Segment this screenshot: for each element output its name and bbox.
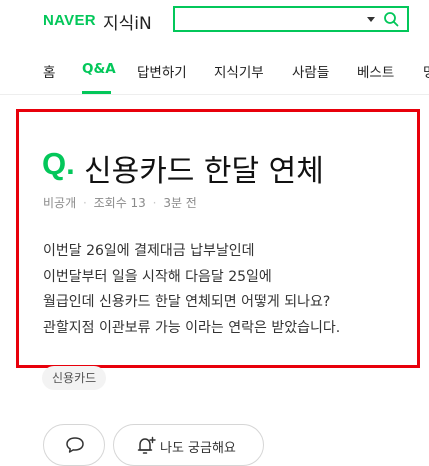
question-meta: 비공개 · 조회수 13 · 3분 전 xyxy=(43,194,197,211)
meta-separator: · xyxy=(152,196,157,210)
body-line: 관할지점 이관보류 가능 이라는 연락은 받았습니다. xyxy=(43,319,341,336)
naver-logo[interactable]: NAVER xyxy=(43,12,96,29)
active-tab-indicator xyxy=(82,91,111,94)
dropdown-arrow-icon[interactable] xyxy=(367,17,375,22)
tab-home[interactable]: 홈 xyxy=(43,61,55,81)
header: NAVER 지식iN xyxy=(0,0,429,42)
bell-plus-icon xyxy=(137,436,156,454)
question-body: 이번달 26일에 결제대금 납부날인데 이번달부터 일을 시작해 다음달 25일… xyxy=(43,239,340,341)
curious-button[interactable]: 나도 궁금해요 xyxy=(113,424,264,466)
visibility-label: 비공개 xyxy=(43,196,77,210)
comment-button[interactable] xyxy=(43,424,105,466)
meta-separator: · xyxy=(82,196,87,210)
post-time: 3분 전 xyxy=(163,196,197,210)
main-tabs: 홈 Q&A 답변하기 지식기부 사람들 베스트 명 xyxy=(0,46,429,95)
search-icon[interactable] xyxy=(383,11,399,27)
body-line: 이번달 26일에 결제대금 납부날인데 xyxy=(43,243,255,259)
search-input[interactable] xyxy=(173,6,409,32)
tab-answer[interactable]: 답변하기 xyxy=(137,61,187,81)
view-count: 조회수 13 xyxy=(93,196,146,210)
question-title: 신용카드 한달 연체 xyxy=(84,154,324,189)
tab-qna[interactable]: Q&A xyxy=(82,61,116,77)
tab-more[interactable]: 명 xyxy=(423,61,429,81)
jisikin-logo[interactable]: 지식iN xyxy=(103,9,152,34)
question-mark-icon: Q. xyxy=(42,146,75,181)
body-line: 월급인데 신용카드 한달 연체되면 어떻게 되나요? xyxy=(43,294,331,310)
curious-button-label: 나도 궁금해요 xyxy=(160,441,236,456)
tab-best[interactable]: 베스트 xyxy=(357,61,394,81)
tag-credit-card[interactable]: 신용카드 xyxy=(42,366,107,390)
tab-people[interactable]: 사람들 xyxy=(292,61,329,81)
tab-donation[interactable]: 지식기부 xyxy=(214,61,264,81)
speech-bubble-icon xyxy=(66,437,84,453)
body-line: 이번달부터 일을 시작해 다음달 25일에 xyxy=(43,268,272,285)
